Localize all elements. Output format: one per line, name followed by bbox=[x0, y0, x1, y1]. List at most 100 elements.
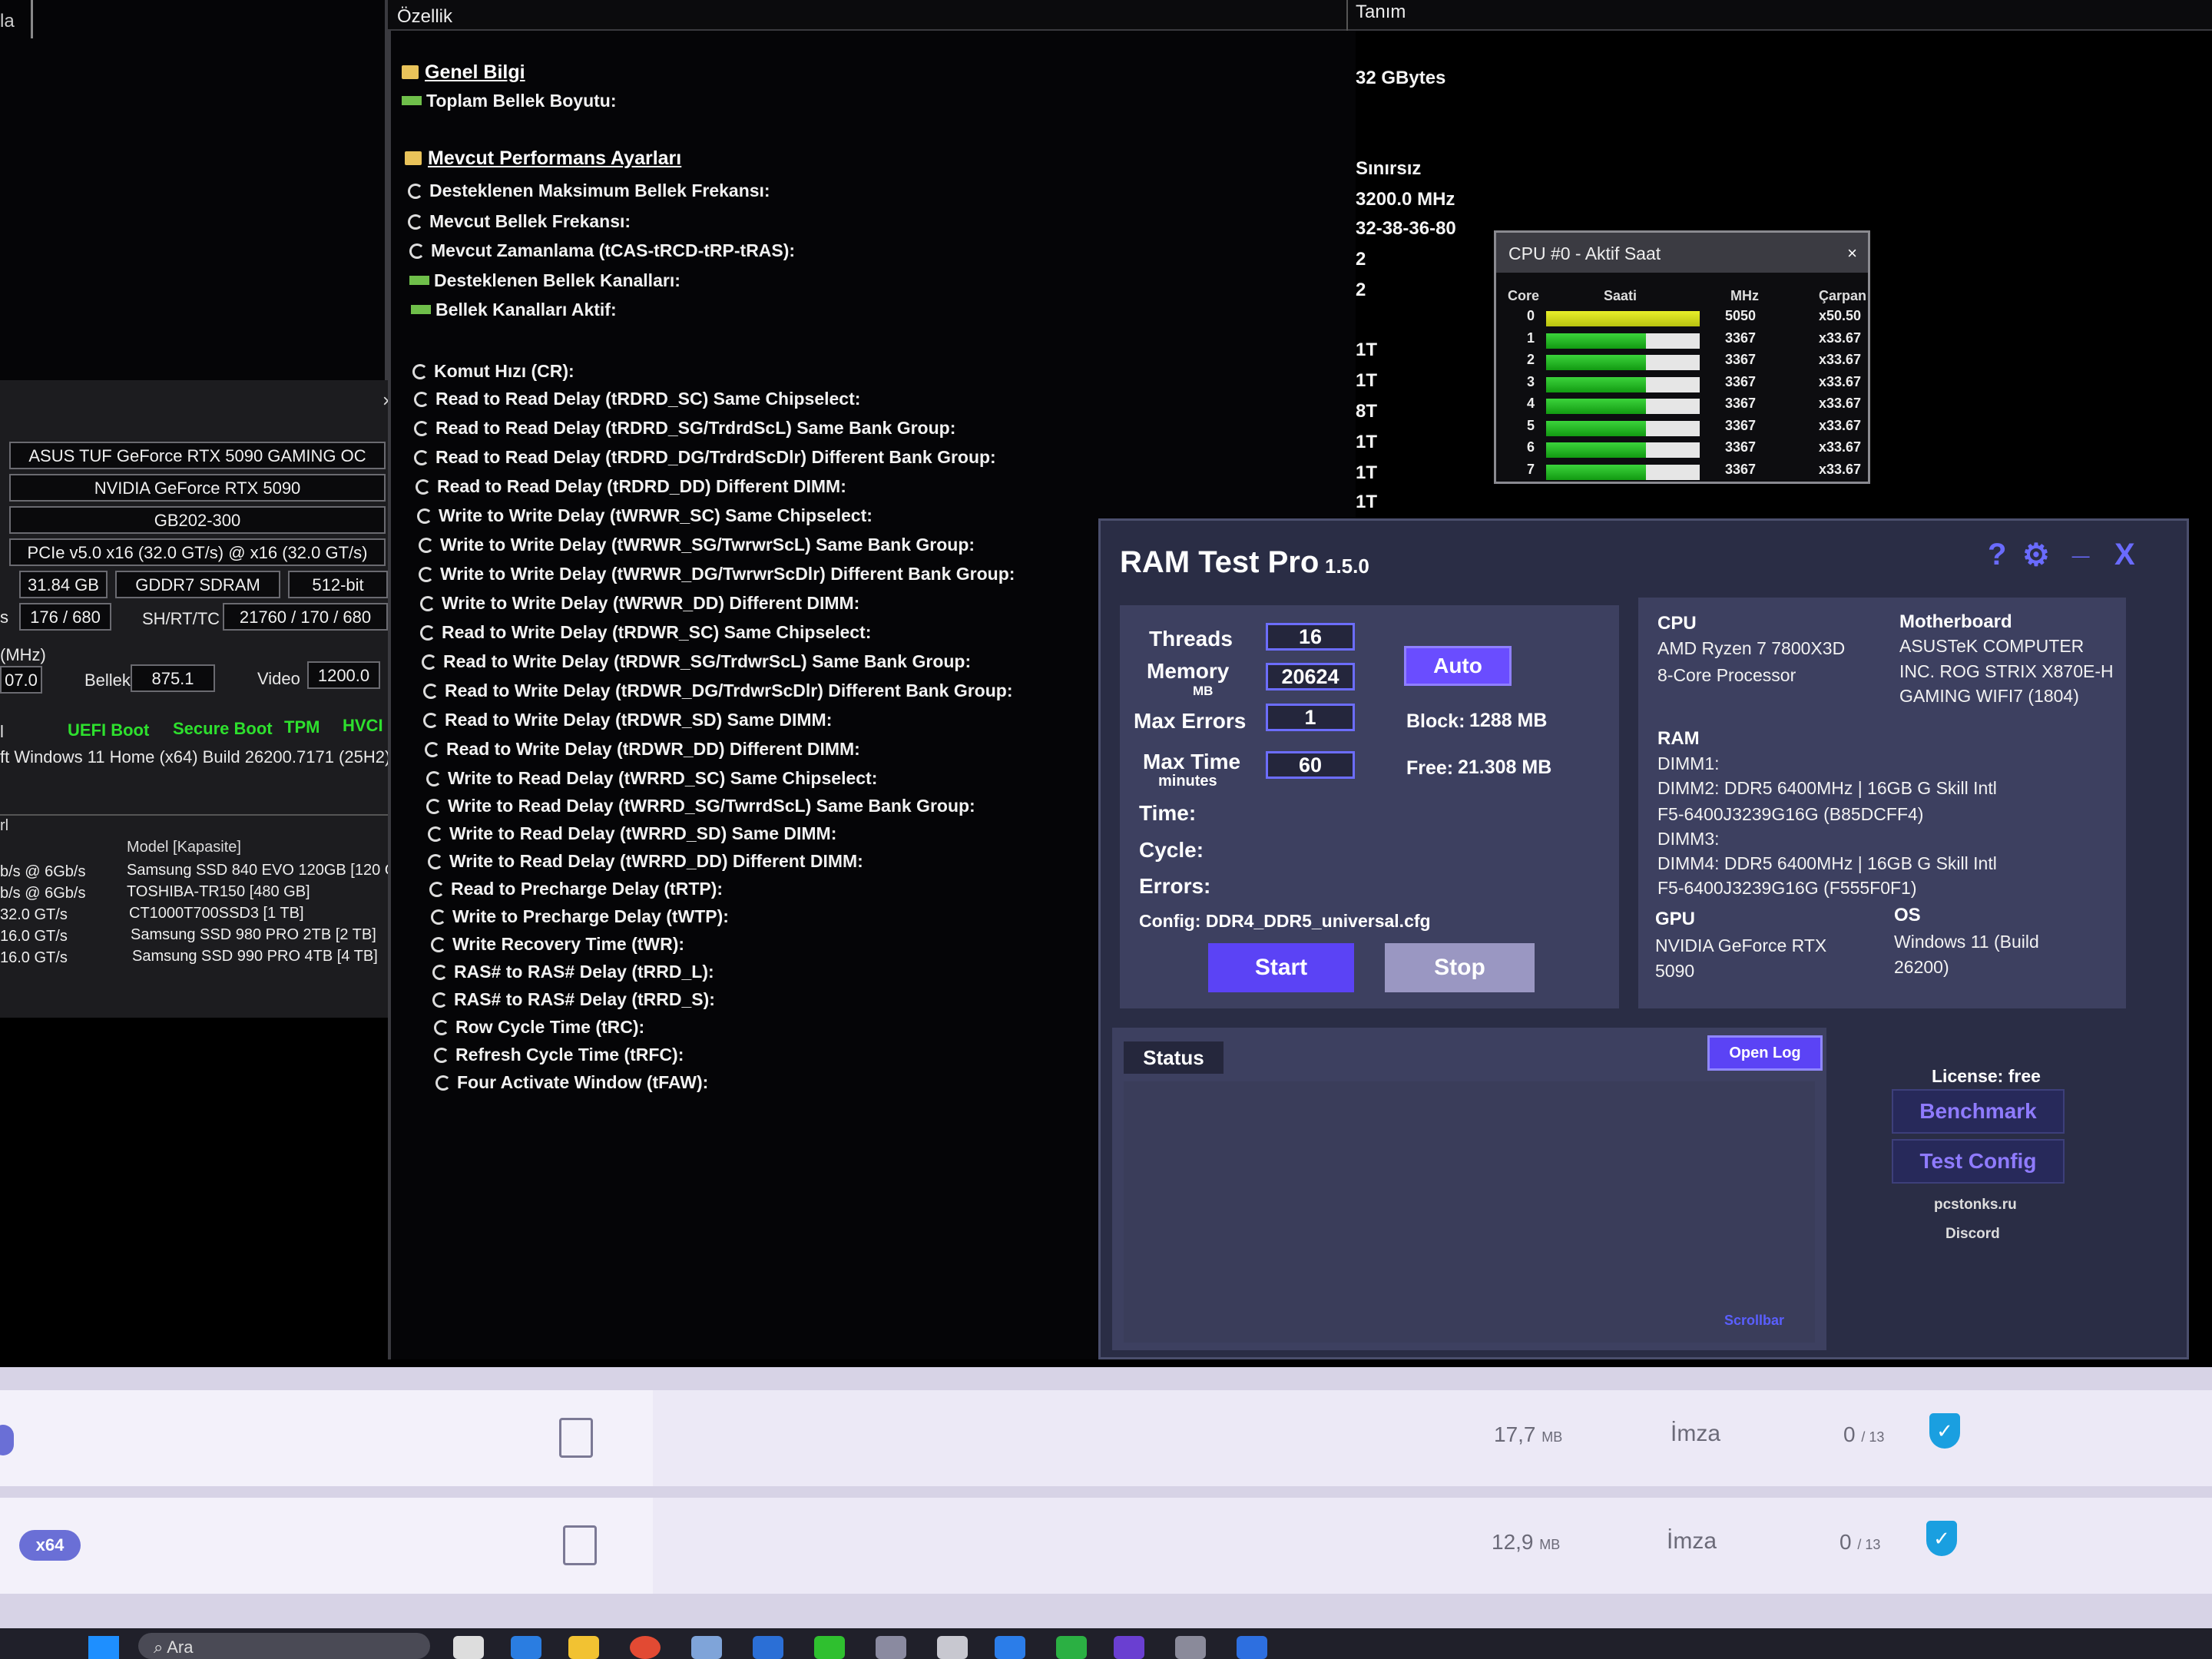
section-general-info[interactable]: Genel Bilgi bbox=[402, 61, 525, 84]
prop-label: Read to Write Delay (tRDWR_DG/TrdwrScDlr… bbox=[445, 680, 1013, 700]
max-errors-label: Max Errors bbox=[1134, 709, 1247, 733]
prop-max-frequency[interactable]: Desteklenen Maksimum Bellek Frekansı: bbox=[408, 180, 770, 201]
benchmark-button[interactable]: Benchmark bbox=[1892, 1089, 2065, 1134]
close-icon[interactable]: × bbox=[1847, 243, 1857, 263]
close-icon[interactable]: X bbox=[2114, 538, 2135, 572]
status-tab[interactable]: Status bbox=[1124, 1041, 1224, 1074]
scrollbar[interactable]: Scrollbar bbox=[1724, 1313, 1784, 1329]
help-icon[interactable]: ? bbox=[1988, 538, 2006, 572]
value-timing: 8T bbox=[1356, 401, 1378, 422]
download-row[interactable]: 17,7 MB İmza 0 / 13 ✓ bbox=[0, 1390, 2212, 1486]
status-panel: Status Open Log Scrollbar bbox=[1112, 1028, 1826, 1350]
gear-icon[interactable]: ⚙ bbox=[2022, 538, 2050, 573]
prop-timing[interactable]: Read to Write Delay (tRDWR_DD) Different… bbox=[425, 739, 860, 760]
prop-label: Write to Precharge Delay (tWTP): bbox=[452, 906, 729, 926]
website-link[interactable]: pcstonks.ru bbox=[1934, 1197, 2017, 1214]
clock-mhz-label: (MHz) bbox=[0, 645, 46, 664]
prop-timing[interactable]: Read to Read Delay (tRDRD_DG/TrdrdScDlr)… bbox=[414, 447, 996, 468]
prop-supported-channels[interactable]: Desteklenen Bellek Kanalları: bbox=[409, 270, 680, 291]
prop-timing[interactable]: Four Activate Window (tFAW): bbox=[435, 1072, 708, 1093]
prop-timing[interactable]: Read to Write Delay (tRDWR_SG/TrdwrScL) … bbox=[422, 651, 971, 672]
file-explorer-icon[interactable] bbox=[568, 1636, 599, 1659]
app-icon[interactable] bbox=[1175, 1636, 1206, 1659]
max-errors-input[interactable]: 1 bbox=[1266, 704, 1355, 731]
clock-icon bbox=[414, 450, 429, 465]
prop-timing[interactable]: RAS# to RAS# Delay (tRRD_S): bbox=[432, 989, 715, 1010]
prop-timing[interactable]: Row Cycle Time (tRC): bbox=[434, 1017, 644, 1038]
chrome-icon[interactable] bbox=[630, 1636, 661, 1659]
app-icon[interactable] bbox=[995, 1636, 1025, 1659]
prop-timing[interactable]: Write to Precharge Delay (tWTP): bbox=[431, 906, 729, 927]
status-log-area[interactable]: Scrollbar bbox=[1124, 1081, 1815, 1343]
open-log-button[interactable]: Open Log bbox=[1707, 1035, 1823, 1071]
prop-timing[interactable]: Write to Read Delay (tWRRD_SD) Same DIMM… bbox=[428, 823, 836, 844]
prop-timing[interactable]: Write Recovery Time (tWR): bbox=[431, 934, 684, 955]
prop-timing[interactable]: Write to Read Delay (tWRRD_SG/TwrrdScL) … bbox=[426, 796, 975, 816]
core-clock-bar bbox=[1546, 376, 1700, 392]
prop-label: Read to Write Delay (tRDWR_DD) Different… bbox=[446, 739, 860, 759]
file-size: 12,9 MB bbox=[1492, 1530, 1561, 1554]
document-download-icon[interactable] bbox=[563, 1525, 597, 1565]
settings-app-icon[interactable] bbox=[937, 1636, 968, 1659]
prop-timing[interactable]: Write to Write Delay (tWRWR_SC) Same Chi… bbox=[417, 505, 873, 526]
calendar-icon[interactable] bbox=[691, 1636, 722, 1659]
left-tree-panel: la bbox=[0, 0, 388, 380]
app-icon[interactable] bbox=[1114, 1636, 1144, 1659]
prop-timing[interactable]: Read to Read Delay (tRDRD_DD) Different … bbox=[416, 476, 846, 497]
discord-link[interactable]: Discord bbox=[1945, 1226, 2000, 1243]
prop-timing[interactable]: Write to Write Delay (tWRWR_DD) Differen… bbox=[420, 593, 859, 614]
prop-timing[interactable]: Refresh Cycle Time (tRFC): bbox=[434, 1045, 684, 1065]
prop-timing[interactable]: Komut Hızı (CR): bbox=[412, 361, 575, 382]
cpu-clock-title[interactable]: CPU #0 - Aktif Saat bbox=[1496, 233, 1868, 273]
video-clock-label: Video bbox=[257, 669, 300, 688]
stop-button[interactable]: Stop bbox=[1385, 943, 1535, 992]
edge-icon[interactable] bbox=[511, 1636, 541, 1659]
shield-app-icon[interactable] bbox=[876, 1636, 906, 1659]
prop-label: Write to Write Delay (tWRWR_SG/TwrwrScL)… bbox=[440, 535, 975, 555]
app-icon[interactable] bbox=[1056, 1636, 1087, 1659]
prop-timing[interactable]: RAS# to RAS# Delay (tRRD_L): bbox=[432, 962, 714, 982]
prop-current-frequency[interactable]: Mevcut Bellek Frekansı: bbox=[408, 211, 631, 232]
prop-timing[interactable]: Read to Precharge Delay (tRTP): bbox=[429, 879, 723, 899]
store-icon[interactable] bbox=[753, 1636, 783, 1659]
column-header-property[interactable]: Özellik bbox=[397, 6, 452, 28]
auto-button[interactable]: Auto bbox=[1404, 646, 1512, 686]
start-button[interactable]: Start bbox=[1208, 943, 1354, 992]
taskview-icon[interactable] bbox=[453, 1636, 484, 1659]
value-supported-channels: 2 bbox=[1356, 249, 1366, 270]
prop-timing[interactable]: Write to Write Delay (tWRWR_SG/TwrwrScL)… bbox=[419, 535, 975, 555]
xbox-icon[interactable] bbox=[814, 1636, 845, 1659]
prop-timing[interactable]: Read to Read Delay (tRDRD_SG/TrdrdScL) S… bbox=[414, 418, 955, 439]
prop-label: Write to Read Delay (tWRRD_SG/TwrrdScL) … bbox=[448, 796, 975, 816]
clock-icon bbox=[425, 742, 440, 757]
prop-active-channels[interactable]: Bellek Kanalları Aktif: bbox=[411, 300, 617, 320]
prop-timing[interactable]: Write to Write Delay (tWRWR_DG/TwrwrScDl… bbox=[419, 564, 1015, 584]
windows-start-icon[interactable] bbox=[88, 1636, 119, 1659]
row-lead-area bbox=[0, 1390, 653, 1486]
prop-timing[interactable]: Read to Write Delay (tRDWR_DG/TrdwrScDlr… bbox=[423, 680, 1013, 701]
prop-timing[interactable]: Read to Read Delay (tRDRD_SC) Same Chips… bbox=[414, 389, 860, 409]
prop-label: Read to Read Delay (tRDRD_SG/TrdrdScL) S… bbox=[435, 418, 956, 438]
value-total-memory: 32 GBytes bbox=[1356, 68, 1446, 88]
document-download-icon[interactable] bbox=[559, 1418, 593, 1458]
threads-input[interactable]: 16 bbox=[1266, 623, 1355, 651]
prop-total-memory[interactable]: Toplam Bellek Boyutu: bbox=[402, 91, 617, 111]
prop-timing[interactable]: Read to Write Delay (tRDWR_SC) Same Chip… bbox=[420, 622, 871, 643]
column-divider[interactable] bbox=[1346, 0, 1348, 31]
column-header-description[interactable]: Tanım bbox=[1356, 2, 1406, 23]
drive-model-header[interactable]: Model [Kapasite] bbox=[127, 839, 241, 856]
prop-timing[interactable]: Write to Read Delay (tWRRD_SC) Same Chip… bbox=[426, 768, 877, 789]
memory-input[interactable]: 20624 bbox=[1266, 663, 1355, 690]
app-icon[interactable] bbox=[1237, 1636, 1267, 1659]
prop-timing[interactable]: Write to Read Delay (tWRRD_DD) Different… bbox=[428, 851, 863, 872]
errors-label: Errors: bbox=[1139, 874, 1211, 898]
test-config-button[interactable]: Test Config bbox=[1892, 1139, 2065, 1184]
clock-icon bbox=[414, 421, 429, 436]
prop-current-timing[interactable]: Mevcut Zamanlama (tCAS-tRCD-tRP-tRAS): bbox=[409, 240, 795, 261]
minimize-icon[interactable]: _ bbox=[2072, 527, 2089, 561]
taskbar-search-input[interactable]: ⌕ Ara bbox=[138, 1633, 430, 1659]
prop-timing[interactable]: Read to Write Delay (tRDWR_SD) Same DIMM… bbox=[423, 710, 832, 730]
download-row[interactable]: x64 12,9 MB İmza 0 / 13 ✓ bbox=[0, 1498, 2212, 1594]
max-time-input[interactable]: 60 bbox=[1266, 751, 1355, 779]
section-performance[interactable]: Mevcut Performans Ayarları bbox=[405, 147, 681, 170]
